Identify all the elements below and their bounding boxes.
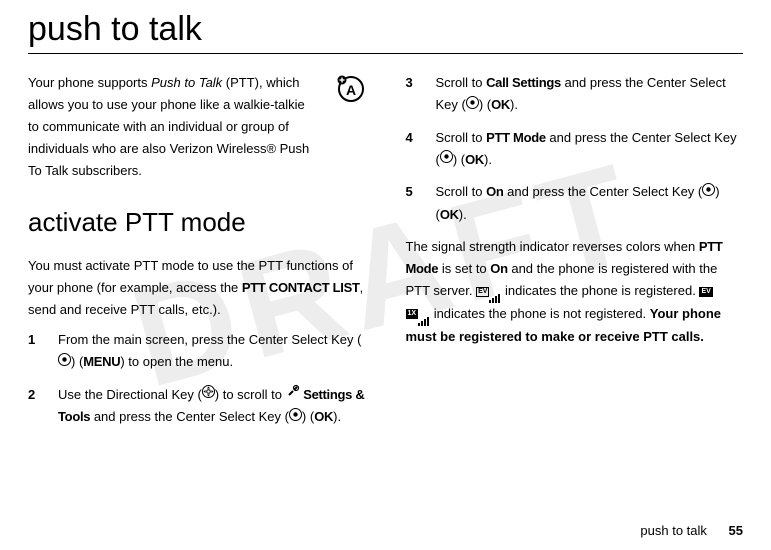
page-number: 55: [729, 523, 743, 538]
center-select-key-icon: [702, 181, 715, 203]
text: and press the Center Select Key (: [90, 409, 289, 424]
left-column: Your phone supports Push to Talk (PTT), …: [28, 72, 366, 439]
section-heading: activate PTT mode: [28, 200, 366, 244]
text: is set to: [438, 261, 490, 276]
ok-label: OK: [491, 97, 510, 112]
text: (PTT), which allows you to use your phon…: [28, 75, 309, 178]
intro-paragraph: Your phone supports Push to Talk (PTT), …: [28, 72, 318, 182]
steps-list: 1 From the main screen, press the Center…: [28, 329, 366, 429]
step-number: 2: [28, 384, 40, 429]
step-3: 3 Scroll to Call Settings and press the …: [406, 72, 744, 117]
step-2: 2 Use the Directional Key ( ) to scroll t…: [28, 384, 366, 429]
center-select-key-icon: [440, 148, 453, 170]
text: Scroll to: [436, 184, 487, 199]
steps-list-continued: 3 Scroll to Call Settings and press the …: [406, 72, 744, 226]
network-feature-icon: A: [336, 74, 366, 111]
ev-badge: EV: [476, 287, 489, 297]
signal-paragraph: The signal strength indicator reverses c…: [406, 236, 744, 348]
text: indicates the phone is registered.: [505, 283, 699, 298]
text: From the main screen, press the Center S…: [58, 332, 361, 347]
step-text: Scroll to On and press the Center Select…: [436, 181, 744, 226]
directional-key-icon: [202, 383, 215, 405]
text: ) (: [71, 354, 83, 369]
intro-block: Your phone supports Push to Talk (PTT), …: [28, 72, 366, 182]
center-select-key-icon: [466, 94, 479, 116]
step-text: From the main screen, press the Center S…: [58, 329, 366, 374]
ok-label: OK: [314, 409, 333, 424]
ev-badge-inverse: EV: [699, 287, 712, 297]
step-4: 4 Scroll to PTT Mode and press the Cente…: [406, 127, 744, 172]
text: ).: [484, 152, 492, 167]
step-number: 5: [406, 181, 418, 226]
center-select-key-icon: [58, 351, 71, 373]
text: ) (: [453, 152, 465, 167]
step-number: 1: [28, 329, 40, 374]
ok-label: OK: [465, 152, 484, 167]
text: indicates the phone is not registered.: [434, 306, 650, 321]
step-1: 1 From the main screen, press the Center…: [28, 329, 366, 374]
step-text: Scroll to PTT Mode and press the Center …: [436, 127, 744, 172]
x1-badge-inverse: 1X: [406, 309, 419, 319]
ev-signal-icon: EV: [476, 283, 501, 298]
text: The signal strength indicator reverses c…: [406, 239, 699, 254]
text: Scroll to: [436, 75, 487, 90]
signal-bars-icon: [489, 281, 501, 303]
text: ).: [459, 207, 467, 222]
on-label: On: [490, 261, 507, 276]
text: Your phone supports: [28, 75, 151, 90]
ok-label: OK: [440, 207, 459, 222]
footer-section-name: push to talk: [640, 523, 707, 538]
step-number: 3: [406, 72, 418, 117]
step-text: Scroll to Call Settings and press the Ce…: [436, 72, 744, 117]
right-column: 3 Scroll to Call Settings and press the …: [406, 72, 744, 439]
signal-bars-icon: [418, 303, 430, 325]
ptt-contact-list-label: PTT CONTACT LIST: [242, 280, 360, 295]
step-text: Use the Directional Key () to scroll to …: [58, 384, 366, 429]
text: ) (: [479, 97, 491, 112]
text: Use the Directional Key (: [58, 387, 202, 402]
feature-name: Push to Talk: [151, 75, 222, 90]
text: ) to open the menu.: [120, 354, 233, 369]
text: ).: [333, 409, 341, 424]
on-label: On: [486, 184, 503, 199]
page-footer: push to talk 55: [640, 523, 743, 538]
svg-text:A: A: [345, 82, 355, 98]
text: and press the Center Select Key (: [504, 184, 703, 199]
text: ).: [510, 97, 518, 112]
text: ) to scroll to: [215, 387, 286, 402]
page-title: push to talk: [28, 10, 743, 54]
step-number: 4: [406, 127, 418, 172]
ptt-mode-label: PTT Mode: [486, 130, 546, 145]
text: Scroll to: [436, 130, 487, 145]
settings-tools-icon: [286, 383, 300, 405]
call-settings-label: Call Settings: [486, 75, 561, 90]
center-select-key-icon: [289, 406, 302, 428]
activate-paragraph: You must activate PTT mode to use the PT…: [28, 255, 366, 321]
step-5: 5 Scroll to On and press the Center Sele…: [406, 181, 744, 226]
text: ) (: [302, 409, 314, 424]
content-columns: Your phone supports Push to Talk (PTT), …: [28, 72, 743, 439]
menu-label: MENU: [83, 354, 120, 369]
